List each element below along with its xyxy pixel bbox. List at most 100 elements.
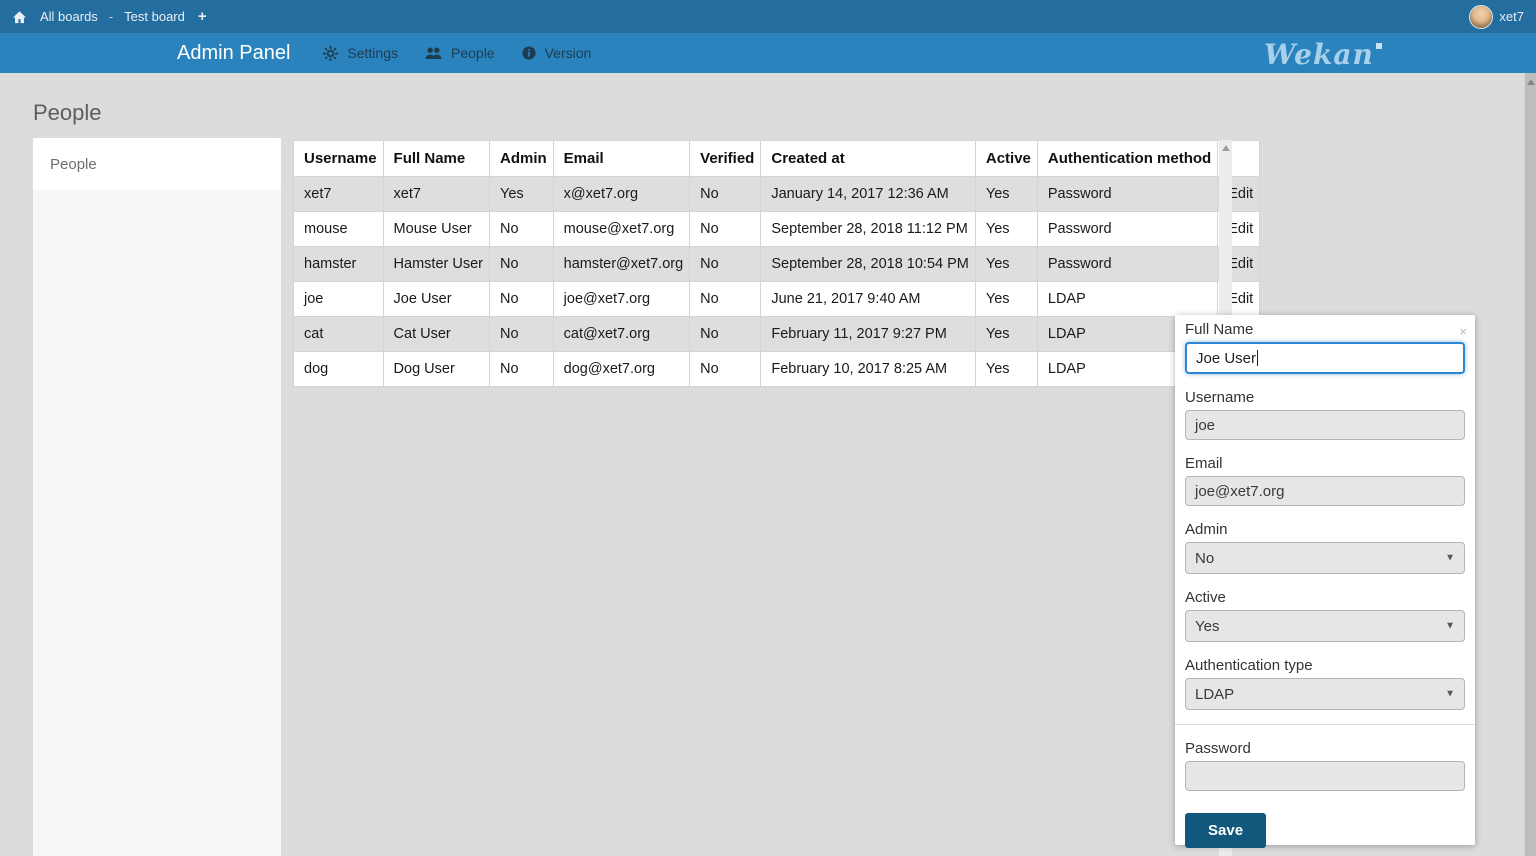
cell-fullname: Hamster User: [383, 247, 489, 282]
cell-active: Yes: [975, 352, 1037, 387]
edit-user-panel: × Full Name Joe User Username joe Email …: [1175, 315, 1475, 845]
nav-version-label: Version: [545, 45, 592, 61]
nav-people[interactable]: People: [425, 45, 495, 61]
panel-divider: [1175, 724, 1475, 725]
close-icon[interactable]: ×: [1459, 325, 1467, 338]
nav-version[interactable]: Version: [522, 45, 592, 61]
people-table: Username Full Name Admin Email Verified …: [293, 140, 1260, 387]
cell-active: Yes: [975, 177, 1037, 212]
save-button[interactable]: Save: [1185, 813, 1266, 848]
sidebar-item-people[interactable]: People: [33, 138, 281, 190]
table-row: dog Dog User No dog@xet7.org No February…: [294, 352, 1260, 387]
cell-username: xet7: [294, 177, 384, 212]
col-verified: Verified: [690, 141, 761, 177]
cell-fullname: Cat User: [383, 317, 489, 352]
add-board-icon[interactable]: +: [198, 8, 207, 25]
cell-verified: No: [690, 247, 761, 282]
window-scrollbar[interactable]: [1524, 73, 1536, 856]
cell-auth-method: Password: [1037, 177, 1217, 212]
cell-admin: No: [489, 212, 553, 247]
scroll-up-icon[interactable]: [1527, 79, 1535, 85]
email-input: joe@xet7.org: [1185, 476, 1465, 506]
cell-created-at: January 14, 2017 12:36 AM: [761, 177, 976, 212]
col-active: Active: [975, 141, 1037, 177]
cell-verified: No: [690, 317, 761, 352]
active-select[interactable]: Yes ▼: [1185, 610, 1465, 642]
header-user[interactable]: xet7: [1470, 6, 1524, 28]
cell-email: dog@xet7.org: [553, 352, 690, 387]
admin-header-bar: Admin Panel Settings People: [0, 33, 1536, 73]
sidebar-item-label: People: [50, 156, 97, 173]
breadcrumb-all-boards[interactable]: All boards: [40, 9, 98, 24]
cell-verified: No: [690, 177, 761, 212]
admin-nav: Settings People Version: [323, 45, 591, 61]
chevron-down-icon: ▼: [1445, 621, 1455, 632]
cell-admin: No: [489, 317, 553, 352]
cell-username: dog: [294, 352, 384, 387]
cell-username: cat: [294, 317, 384, 352]
breadcrumb-board[interactable]: Test board: [124, 9, 185, 24]
avatar[interactable]: [1470, 6, 1492, 28]
cell-username: hamster: [294, 247, 384, 282]
header-username: xet7: [1499, 9, 1524, 24]
sidebar: People: [33, 138, 281, 856]
table-row: cat Cat User No cat@xet7.org No February…: [294, 317, 1260, 352]
cell-admin: No: [489, 282, 553, 317]
table-header-row: Username Full Name Admin Email Verified …: [294, 141, 1260, 177]
cell-fullname: Joe User: [383, 282, 489, 317]
password-input[interactable]: [1185, 761, 1465, 791]
chevron-down-icon: ▼: [1445, 689, 1455, 700]
col-username: Username: [294, 141, 384, 177]
cell-verified: No: [690, 352, 761, 387]
admin-select[interactable]: No ▼: [1185, 542, 1465, 574]
full-name-input[interactable]: Joe User: [1185, 342, 1465, 374]
cell-active: Yes: [975, 282, 1037, 317]
table-row: hamster Hamster User No hamster@xet7.org…: [294, 247, 1260, 282]
username-label: Username: [1185, 389, 1465, 406]
auth-type-label: Authentication type: [1185, 657, 1465, 674]
cell-created-at: September 28, 2018 10:54 PM: [761, 247, 976, 282]
col-auth-method: Authentication method: [1037, 141, 1217, 177]
scroll-up-icon[interactable]: [1222, 145, 1230, 151]
cell-active: Yes: [975, 317, 1037, 352]
cell-username: joe: [294, 282, 384, 317]
cell-created-at: February 10, 2017 8:25 AM: [761, 352, 976, 387]
nav-people-label: People: [451, 45, 495, 61]
cell-fullname: Dog User: [383, 352, 489, 387]
people-icon: [425, 46, 442, 60]
nav-settings-label: Settings: [347, 45, 398, 61]
cell-email: joe@xet7.org: [553, 282, 690, 317]
col-created-at: Created at: [761, 141, 976, 177]
wekan-logo: Wekan: [1264, 34, 1382, 74]
cell-auth-method: Password: [1037, 212, 1217, 247]
table-row: mouse Mouse User No mouse@xet7.org No Se…: [294, 212, 1260, 247]
full-name-label: Full Name: [1185, 321, 1465, 338]
page-title: Admin Panel: [177, 42, 290, 65]
cell-active: Yes: [975, 212, 1037, 247]
table-row: xet7 xet7 Yes x@xet7.org No January 14, …: [294, 177, 1260, 212]
cell-auth-method: Password: [1037, 247, 1217, 282]
auth-type-select[interactable]: LDAP ▼: [1185, 678, 1465, 710]
cell-email: hamster@xet7.org: [553, 247, 690, 282]
text-caret: [1257, 350, 1258, 366]
logo-dot: [1376, 43, 1382, 49]
breadcrumb-separator: -: [107, 9, 115, 24]
cell-username: mouse: [294, 212, 384, 247]
breadcrumb: All boards - Test board +: [12, 8, 207, 25]
cell-admin: Yes: [489, 177, 553, 212]
cell-fullname: xet7: [383, 177, 489, 212]
col-admin: Admin: [489, 141, 553, 177]
gear-icon: [323, 46, 338, 61]
col-email: Email: [553, 141, 690, 177]
info-icon: [522, 46, 536, 60]
cell-verified: No: [690, 212, 761, 247]
home-icon[interactable]: [12, 10, 27, 24]
breadcrumb-bar: All boards - Test board + xet7: [0, 0, 1536, 33]
nav-settings[interactable]: Settings: [323, 45, 398, 61]
cell-email: x@xet7.org: [553, 177, 690, 212]
cell-fullname: Mouse User: [383, 212, 489, 247]
section-heading: People: [33, 100, 102, 126]
active-label: Active: [1185, 589, 1465, 606]
cell-created-at: February 11, 2017 9:27 PM: [761, 317, 976, 352]
cell-email: mouse@xet7.org: [553, 212, 690, 247]
